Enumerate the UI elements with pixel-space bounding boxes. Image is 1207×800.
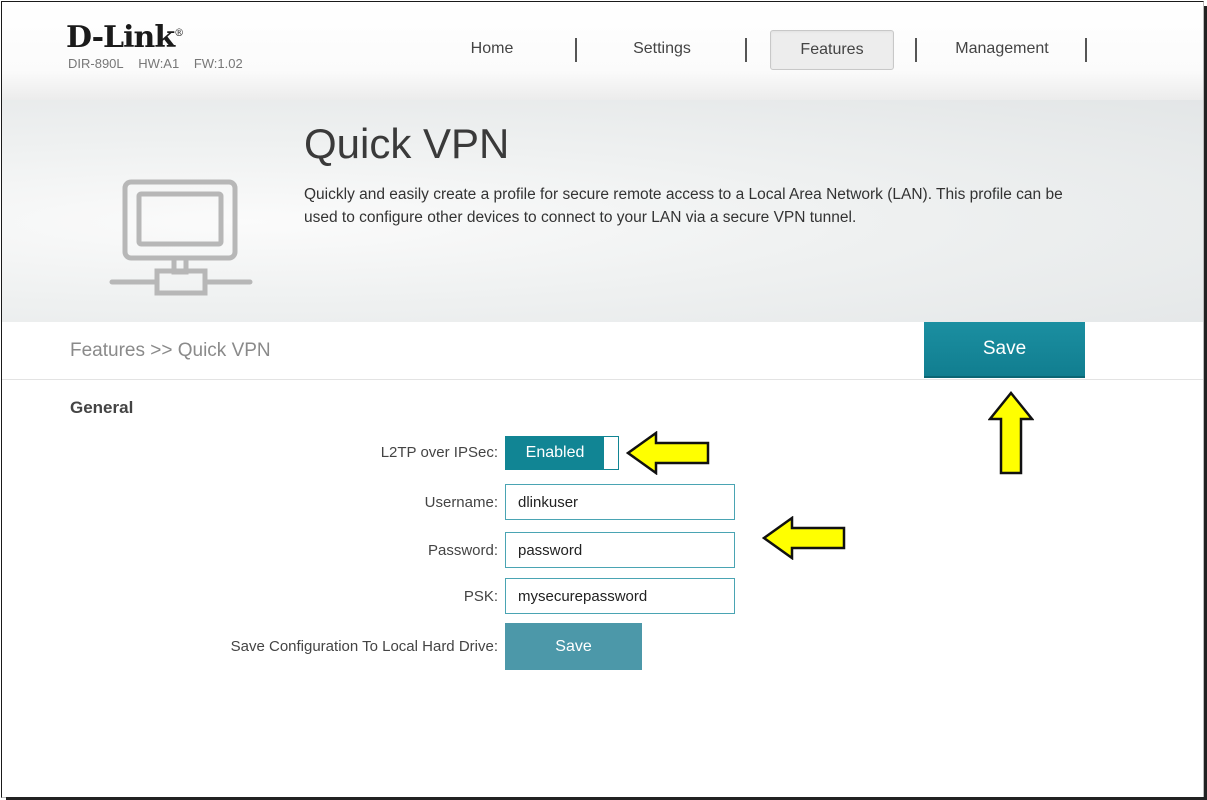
page-banner: Quick VPN Quickly and easily create a pr…	[2, 100, 1203, 323]
username-field[interactable]	[505, 484, 735, 520]
l2tp-label: L2TP over IPSec:	[380, 444, 498, 461]
arrow-left-icon	[762, 516, 846, 560]
top-header: D-Link® DIR-890L HW:A1 FW:1.02 Home Sett…	[2, 2, 1203, 101]
model-name: DIR-890L	[68, 56, 124, 71]
nav-separator	[915, 38, 917, 62]
dlink-logo: D-Link®	[66, 20, 184, 55]
save-button[interactable]: Save	[924, 322, 1085, 378]
arrow-left-icon	[626, 431, 710, 475]
nav-separator	[1085, 38, 1087, 62]
username-label: Username:	[424, 494, 498, 511]
l2tp-ipsec-toggle[interactable]: Enabled	[505, 436, 619, 470]
firmware-version: FW:1.02	[193, 56, 243, 71]
hardware-version: HW:A1	[138, 56, 180, 71]
psk-field[interactable]	[505, 578, 735, 614]
tab-home[interactable]: Home	[417, 30, 567, 68]
breadcrumb: Features >> Quick VPN	[70, 340, 271, 361]
password-field[interactable]	[505, 532, 735, 568]
tab-management[interactable]: Management	[927, 30, 1077, 68]
page-description: Quickly and easily create a profile for …	[304, 186, 1063, 226]
psk-label: PSK:	[463, 588, 498, 605]
section-title-general: General	[70, 398, 134, 417]
save-config-label: Save Configuration To Local Hard Drive:	[230, 638, 498, 655]
toggle-state-label: Enabled	[506, 437, 604, 469]
nav-separator	[745, 38, 747, 62]
arrow-up-icon	[988, 391, 1034, 475]
device-info: DIR-890L HW:A1 FW:1.02	[68, 56, 254, 71]
tab-features[interactable]: Features	[770, 30, 894, 70]
nav-separator	[575, 38, 577, 62]
network-monitor-icon	[109, 179, 253, 296]
page-title: Quick VPN	[304, 120, 510, 167]
breadcrumb-bar: Features >> Quick VPN Save	[2, 322, 1203, 380]
password-label: Password:	[427, 542, 498, 559]
save-config-button[interactable]: Save	[505, 623, 642, 670]
toggle-knob[interactable]	[604, 437, 618, 469]
tab-settings[interactable]: Settings	[587, 30, 737, 68]
